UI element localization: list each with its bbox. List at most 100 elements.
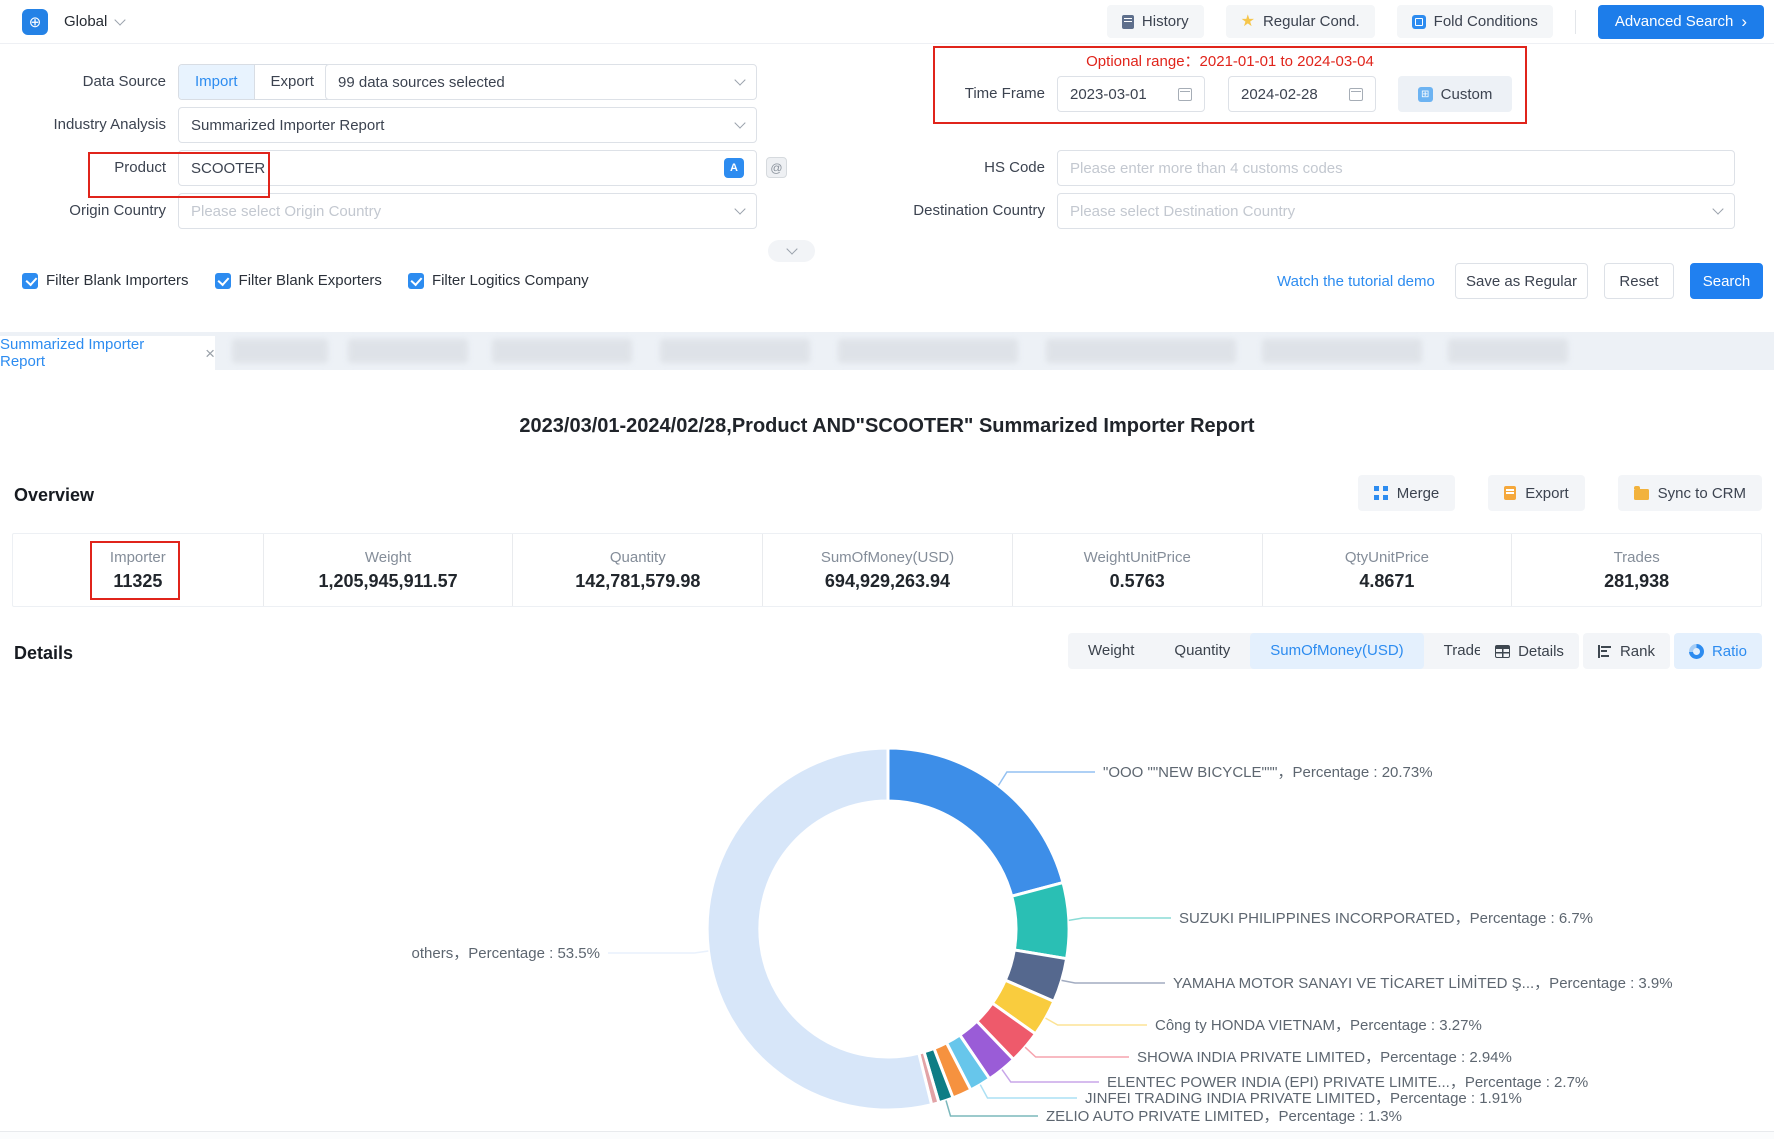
stat-label: Trades — [1614, 549, 1660, 566]
stat-value: 4.8671 — [1359, 571, 1414, 592]
sync-to-crm-button[interactable]: Sync to CRM — [1618, 475, 1762, 511]
star-icon: ★ — [1241, 14, 1255, 30]
tutorial-link[interactable]: Watch the tutorial demo — [1277, 273, 1435, 290]
data-source-label: Data Source — [0, 64, 166, 100]
chevron-down-icon — [786, 243, 797, 254]
destination-country-label: Destination Country — [795, 193, 1045, 229]
stat-weightunitprice: WeightUnitPrice0.5763 — [1012, 534, 1262, 606]
fuzzy-search-icon[interactable]: @ — [766, 157, 787, 178]
save-as-regular-button[interactable]: Save as Regular — [1455, 263, 1588, 299]
data-source-segment: Import Export — [178, 64, 331, 100]
label-leader-line — [946, 1101, 1038, 1117]
pie-slice[interactable] — [1012, 883, 1069, 959]
history-button[interactable]: History — [1107, 5, 1204, 38]
pie-slice[interactable] — [888, 748, 1063, 896]
stat-value: 0.5763 — [1110, 571, 1165, 592]
checkbox-checked-icon[interactable] — [215, 273, 231, 289]
stat-trades: Trades 281,938 — [1511, 534, 1761, 606]
origin-country-placeholder: Please select Origin Country — [191, 203, 728, 220]
label-leader-line — [608, 951, 708, 953]
merge-label: Merge — [1397, 485, 1440, 502]
regular-cond-button[interactable]: ★ Regular Cond. — [1226, 5, 1375, 38]
redacted-block — [1262, 339, 1422, 363]
view-tab-label: Ratio — [1712, 643, 1747, 660]
report-title: 2023/03/01-2024/02/28,Product AND"SCOOTE… — [0, 415, 1774, 438]
redacted-block — [660, 339, 810, 363]
reset-button[interactable]: Reset — [1604, 263, 1674, 299]
tab-summarized-importer-report[interactable]: Summarized Importer Report × — [0, 336, 215, 370]
filter-checkbox[interactable]: Filter Blank Importers — [22, 272, 189, 289]
close-icon[interactable]: × — [205, 345, 215, 362]
export-toggle[interactable]: Export — [254, 65, 330, 99]
merge-button[interactable]: Merge — [1358, 475, 1456, 511]
start-date-input[interactable]: 2023-03-01 — [1057, 76, 1205, 112]
stat-qtyunitprice: QtyUnitPrice 4.8671 — [1262, 534, 1512, 606]
fold-conditions-button[interactable]: Fold Conditions — [1397, 5, 1553, 38]
end-date-input[interactable]: 2024-02-28 — [1228, 76, 1376, 112]
custom-label: Custom — [1441, 86, 1493, 103]
overview-stats-card: Importer11325Weight1,205,945,911.57Quant… — [12, 533, 1762, 607]
app-logo-icon: ⊕ — [22, 9, 48, 35]
destination-country-select[interactable]: Please select Destination Country — [1057, 193, 1735, 229]
pie-slice-label: "OOO ""NEW BICYCLE"""，Percentage : 20.73… — [1103, 764, 1433, 781]
checkbox-checked-icon[interactable] — [22, 273, 38, 289]
merge-icon — [1374, 486, 1388, 500]
label-leader-line — [980, 1085, 1077, 1098]
region-selector[interactable]: Global — [64, 13, 124, 30]
translate-icon[interactable]: A — [724, 158, 744, 178]
overview-heading: Overview — [14, 485, 94, 506]
custom-range-button[interactable]: ⊞ Custom — [1398, 76, 1512, 112]
stat-sumofmoney-usd-: SumOfMoney(USD)694,929,263.94 — [762, 534, 1012, 606]
history-label: History — [1142, 13, 1189, 30]
redacted-block — [838, 339, 1018, 363]
pie-slice-label: others，Percentage : 53.5% — [412, 945, 600, 962]
filter-checkbox[interactable]: Filter Blank Exporters — [215, 272, 382, 289]
chevron-down-icon — [115, 14, 126, 25]
search-button[interactable]: Search — [1690, 263, 1763, 299]
import-toggle[interactable]: Import — [179, 65, 254, 99]
fold-icon — [1412, 15, 1426, 29]
custom-icon: ⊞ — [1418, 87, 1433, 102]
data-source-value: 99 data sources selected — [338, 74, 728, 91]
details-heading: Details — [14, 643, 73, 664]
hs-code-input[interactable]: Please enter more than 4 customs codes — [1057, 150, 1735, 186]
collapse-conditions-button[interactable] — [768, 240, 815, 262]
fold-conditions-label: Fold Conditions — [1434, 13, 1538, 30]
data-source-select[interactable]: 99 data sources selected — [325, 64, 757, 100]
stat-value: 142,781,579.98 — [575, 571, 700, 592]
region-label: Global — [64, 13, 107, 30]
pie-slice-label: SUZUKI PHILIPPINES INCORPORATED，Percenta… — [1179, 910, 1593, 927]
view-tab-label: Details — [1518, 643, 1564, 660]
industry-analysis-value: Summarized Importer Report — [191, 117, 728, 134]
filter-checkbox[interactable]: Filter Logitics Company — [408, 272, 589, 289]
label-leader-line — [1069, 918, 1171, 920]
destination-country-placeholder: Please select Destination Country — [1070, 203, 1706, 220]
topbar-divider — [1575, 10, 1576, 34]
ratio-donut-chart[interactable]: "OOO ""NEW BICYCLE"""，Percentage : 20.73… — [0, 664, 1774, 1139]
redacted-block — [348, 339, 468, 363]
redacted-block — [492, 339, 632, 363]
pie-slice-label: Công ty HONDA VIETNAM，Percentage : 3.27% — [1155, 1017, 1482, 1034]
chevron-down-icon — [734, 203, 745, 214]
export-label: Export — [1525, 485, 1568, 502]
advanced-search-button[interactable]: Advanced Search › — [1598, 5, 1764, 39]
stat-weight: Weight1,205,945,911.57 — [263, 534, 513, 606]
industry-analysis-select[interactable]: Summarized Importer Report — [178, 107, 757, 143]
export-button[interactable]: Export — [1488, 475, 1584, 511]
stat-label: Quantity — [610, 549, 666, 566]
export-icon — [1504, 486, 1516, 500]
product-label: Product — [0, 150, 166, 186]
origin-country-select[interactable]: Please select Origin Country — [178, 193, 757, 229]
stat-value: 1,205,945,911.57 — [318, 571, 457, 592]
optional-range-hint: Optional range：2021-01-01 to 2024-03-04 — [933, 50, 1527, 71]
regular-cond-label: Regular Cond. — [1263, 13, 1360, 30]
product-input[interactable]: SCOOTER A — [178, 150, 757, 186]
stat-value: 281,938 — [1604, 571, 1669, 592]
checkbox-label: Filter Blank Importers — [46, 272, 189, 289]
checkbox-checked-icon[interactable] — [408, 273, 424, 289]
pie-slice-label: ELENTEC POWER INDIA (EPI) PRIVATE LIMITE… — [1107, 1074, 1588, 1091]
stat-label: QtyUnitPrice — [1345, 549, 1429, 566]
pie-slice-label: ZELIO AUTO PRIVATE LIMITED，Percentage : … — [1046, 1108, 1402, 1125]
history-icon — [1122, 15, 1134, 29]
stat-label: SumOfMoney(USD) — [821, 549, 954, 566]
